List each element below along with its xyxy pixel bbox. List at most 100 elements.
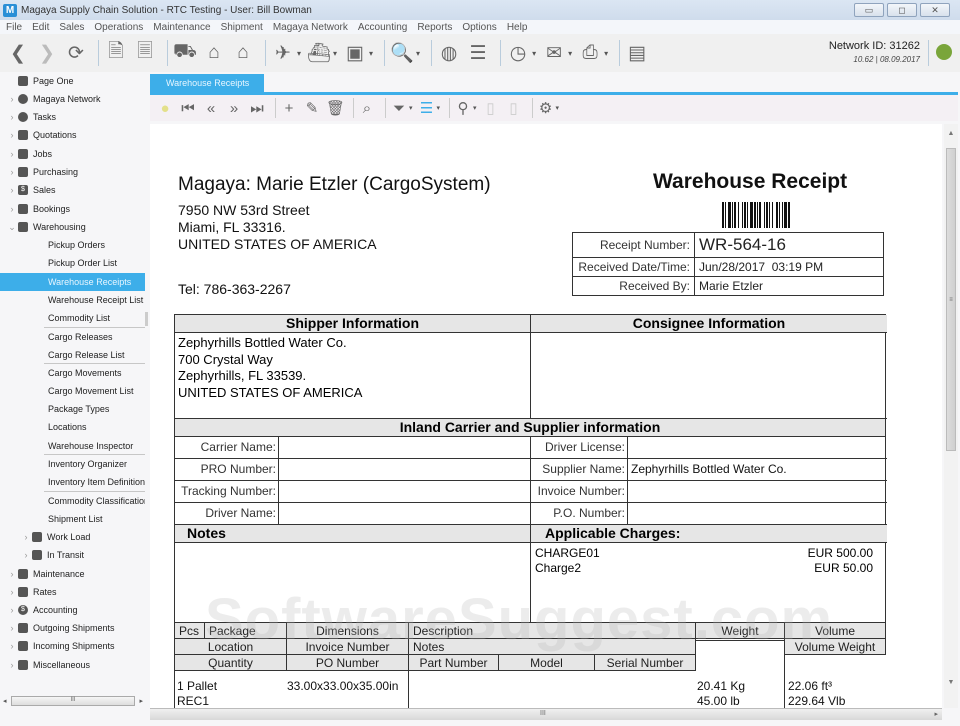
minimize-button[interactable]: ▭	[854, 3, 884, 17]
chevron-down-icon[interactable]: ▾	[556, 104, 560, 112]
scroll-down-icon[interactable]: ▼	[944, 679, 958, 686]
scrollbar-thumb[interactable]: ≡	[946, 148, 956, 451]
sidebar-item-pickup-order-list[interactable]: Pickup Order List	[0, 254, 145, 272]
sidebar-item-warehouse-receipts[interactable]: Warehouse Receipts	[0, 273, 145, 291]
scroll-left-icon[interactable]: ◂	[3, 697, 7, 705]
forward-icon[interactable]: ❯	[35, 41, 59, 65]
menu-sales[interactable]: Sales	[59, 22, 84, 33]
tab-warehouse-receipts[interactable]: Warehouse Receipts	[150, 74, 264, 94]
panel-layout-icon[interactable]: ▤	[625, 41, 649, 65]
close-button[interactable]: ✕	[920, 3, 950, 17]
sidebar-item-incoming-shipments[interactable]: › Incoming Shipments	[0, 637, 145, 655]
sidebar-item-warehouse-receipt-list[interactable]: Warehouse Receipt List	[0, 291, 145, 309]
sidebar-item-work-load[interactable]: › Work Load	[0, 528, 145, 546]
sidebar-item-outgoing-shipments[interactable]: › Outgoing Shipments	[0, 619, 145, 637]
chevron-down-icon[interactable]: ▾	[409, 104, 413, 112]
sidebar-item-locations[interactable]: Locations	[0, 418, 145, 436]
previous-record-icon[interactable]: «	[202, 100, 220, 117]
preview-icon[interactable]: ⌕	[358, 100, 376, 117]
chevron-down-icon[interactable]: ▾	[333, 49, 337, 58]
chevron-down-icon[interactable]: ▾	[473, 104, 477, 112]
delete-trash-icon[interactable]: 🗑	[326, 99, 345, 117]
chevron-right-icon[interactable]: ›	[6, 660, 18, 670]
sidebar-splitter-grip[interactable]	[145, 312, 148, 326]
scrollbar-thumb[interactable]: III	[10, 696, 136, 706]
maximize-button[interactable]: ◻	[887, 3, 917, 17]
chevron-right-icon[interactable]: ›	[6, 204, 18, 214]
sidebar-item-page-one[interactable]: Page One	[0, 72, 145, 90]
chevron-right-icon[interactable]: ›	[6, 185, 18, 195]
add-icon[interactable]: +	[280, 100, 298, 117]
chevron-right-icon[interactable]: ›	[6, 130, 18, 140]
documents-icon[interactable]: ☰	[466, 41, 490, 65]
sidebar-item-package-types[interactable]: Package Types	[0, 400, 145, 418]
back-icon[interactable]: ❮	[6, 41, 30, 65]
mail-icon[interactable]: ✉	[542, 41, 566, 65]
globe-icon[interactable]: ◍	[437, 41, 461, 65]
search-icon[interactable]: ⚲	[454, 99, 472, 117]
next-record-icon[interactable]: »	[225, 100, 243, 117]
document-vertical-scrollbar[interactable]: ▲ ≡ ▼	[944, 124, 958, 708]
warehouse-out-icon[interactable]: ⌂	[231, 41, 255, 65]
menu-maintenance[interactable]: Maintenance	[153, 22, 210, 33]
menu-edit[interactable]: Edit	[32, 22, 49, 33]
sidebar-item-cargo-releases[interactable]: Cargo Releases	[0, 328, 145, 346]
sidebar-item-maintenance[interactable]: › Maintenance	[0, 565, 145, 583]
menu-magaya-network[interactable]: Magaya Network	[273, 22, 348, 33]
sidebar-item-bookings[interactable]: › Bookings	[0, 200, 145, 218]
chevron-right-icon[interactable]: ›	[6, 605, 18, 615]
last-record-icon[interactable]: ⏭	[248, 100, 266, 117]
chevron-down-icon[interactable]: ⌄	[6, 222, 18, 233]
sidebar-item-rates[interactable]: › Rates	[0, 583, 145, 601]
ground-shipment-icon[interactable]: ▣	[343, 41, 367, 65]
gear-icon[interactable]: ⚙	[537, 99, 555, 117]
refresh-icon[interactable]: ⟳	[64, 41, 88, 65]
sort-icon[interactable]: ☰	[418, 99, 436, 117]
menu-shipment[interactable]: Shipment	[221, 22, 263, 33]
sidebar-item-sales[interactable]: › $ Sales	[0, 181, 145, 199]
sidebar-item-cargo-movement-list[interactable]: Cargo Movement List	[0, 382, 145, 400]
first-record-icon[interactable]: ⏮	[179, 100, 197, 117]
chevron-right-icon[interactable]: ›	[6, 94, 18, 104]
chevron-right-icon[interactable]: ›	[6, 569, 18, 579]
warehouse-in-icon[interactable]: ⌂	[202, 41, 226, 65]
menu-operations[interactable]: Operations	[94, 22, 143, 33]
chevron-down-icon[interactable]: ▾	[437, 104, 441, 112]
chevron-down-icon[interactable]: ▾	[532, 49, 536, 58]
edit-pencil-icon[interactable]: ✎	[303, 99, 321, 117]
menu-options[interactable]: Options	[462, 22, 496, 33]
sidebar-item-commodity-classifications[interactable]: Commodity Classifications	[0, 492, 145, 510]
sidebar-item-inventory-item-definitions[interactable]: Inventory Item Definitions	[0, 473, 145, 491]
clock-icon[interactable]: ◷	[506, 41, 530, 65]
chevron-right-icon[interactable]: ›	[6, 112, 18, 122]
chevron-right-icon[interactable]: ›	[6, 587, 18, 597]
sidebar-item-shipment-list[interactable]: Shipment List	[0, 510, 145, 528]
chevron-right-icon[interactable]: ›	[6, 641, 18, 651]
chevron-right-icon[interactable]: ›	[6, 167, 18, 177]
chevron-down-icon[interactable]: ▾	[604, 49, 608, 58]
printer-icon[interactable]: ⎙	[578, 41, 602, 65]
ocean-shipment-icon[interactable]: ⛴	[307, 41, 331, 65]
menu-help[interactable]: Help	[507, 22, 528, 33]
chevron-right-icon[interactable]: ›	[20, 550, 32, 560]
chevron-right-icon[interactable]: ›	[6, 623, 18, 633]
sidebar-item-miscellaneous[interactable]: › Miscellaneous	[0, 656, 145, 674]
sidebar-item-tasks[interactable]: › Tasks	[0, 108, 145, 126]
invoice-icon[interactable]: 🗏	[133, 41, 157, 65]
sidebar-item-purchasing[interactable]: › Purchasing	[0, 163, 145, 181]
scroll-up-icon[interactable]: ▲	[944, 130, 958, 137]
truck-icon[interactable]: ⛟	[173, 41, 197, 65]
next-page-icon[interactable]: ▯	[505, 99, 523, 117]
sidebar-item-quotations[interactable]: › Quotations	[0, 126, 145, 144]
sidebar-horizontal-scrollbar[interactable]: ◂ III ▸	[3, 694, 143, 708]
sidebar-item-in-transit[interactable]: › In Transit	[0, 546, 145, 564]
scroll-right-icon[interactable]: ▸	[139, 697, 143, 705]
sidebar-item-jobs[interactable]: › Jobs	[0, 145, 145, 163]
document-horizontal-scrollbar[interactable]: III ▸	[150, 708, 942, 720]
previous-page-icon[interactable]: ▯	[482, 99, 500, 117]
scroll-right-icon[interactable]: ▸	[934, 710, 938, 718]
sidebar-item-accounting[interactable]: › $ Accounting	[0, 601, 145, 619]
chevron-down-icon[interactable]: ▾	[416, 49, 420, 58]
sidebar-item-inventory-organizer[interactable]: Inventory Organizer	[0, 455, 145, 473]
sidebar-item-warehouse-inspector[interactable]: Warehouse Inspector	[0, 437, 145, 455]
